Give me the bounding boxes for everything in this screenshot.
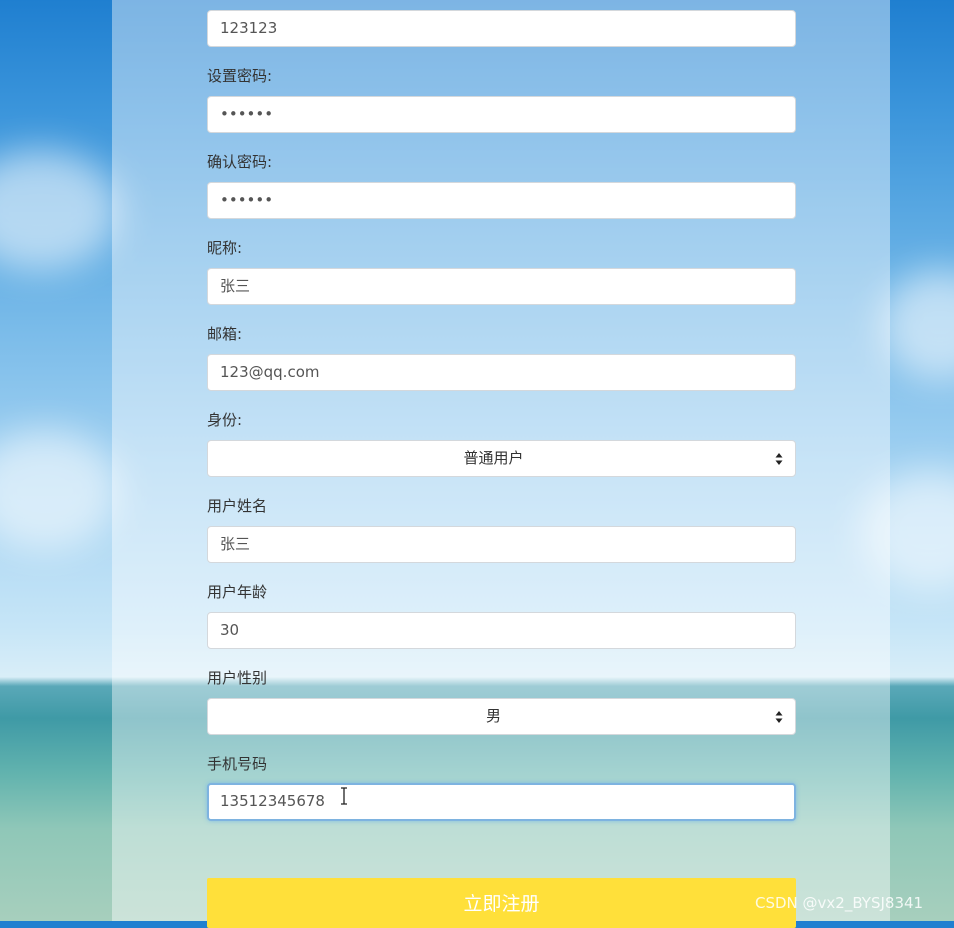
watermark-text: CSDN @vx2_BYSJ8341 [755,894,924,912]
phone-label: 手机号码 [207,755,268,773]
role-label: 身份: [207,411,243,429]
email-input[interactable]: 123@qq.com [207,354,796,391]
up-down-caret-icon [775,453,783,465]
real-name-input[interactable]: 张三 [207,526,796,563]
age-input[interactable]: 30 [207,612,796,649]
confirm-password-value: •••••• [220,191,274,209]
age-label: 用户年龄 [207,583,268,601]
age-value: 30 [220,621,240,639]
password-input[interactable]: •••••• [207,96,796,133]
cloud-decoration [0,150,120,270]
role-selected-value: 普通用户 [463,449,524,467]
cloud-decoration [0,430,120,550]
gender-label: 用户性别 [207,669,268,687]
email-label: 邮箱: [207,325,243,343]
confirm-password-label: 确认密码: [207,153,273,171]
gender-selected-value: 男 [485,707,501,725]
role-select[interactable]: 普通用户 [207,440,796,477]
up-down-caret-icon [775,711,783,723]
username-input[interactable]: 123123 [207,10,796,47]
text-cursor-icon [341,787,347,805]
gender-select[interactable]: 男 [207,698,796,735]
confirm-password-input[interactable]: •••••• [207,182,796,219]
real-name-value: 张三 [220,535,251,553]
real-name-label: 用户姓名 [207,497,268,515]
username-value: 123123 [220,19,278,37]
register-button-label: 立即注册 [463,893,540,915]
email-value: 123@qq.com [220,363,320,381]
password-label: 设置密码: [207,67,273,85]
phone-value: 13512345678 [220,792,325,810]
cloud-decoration [880,270,954,380]
phone-input[interactable]: 13512345678 [207,783,796,821]
nickname-input[interactable]: 张三 [207,268,796,305]
nickname-value: 张三 [220,277,251,295]
nickname-label: 昵称: [207,239,243,257]
password-value: •••••• [220,105,274,123]
